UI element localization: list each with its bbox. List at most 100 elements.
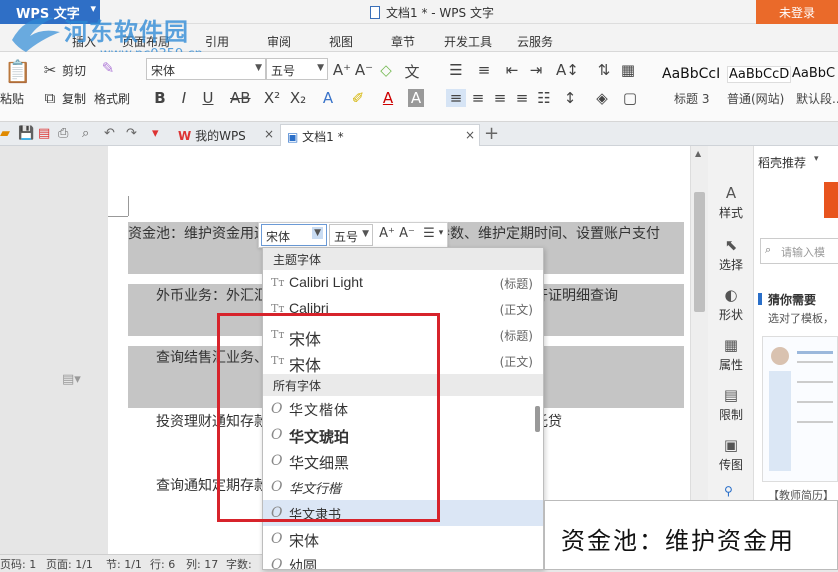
font-option[interactable]: O 宋体 [263, 526, 543, 552]
sidebar-item-upload-image[interactable]: ▣ 传图 [708, 436, 754, 473]
close-icon[interactable]: × [264, 127, 274, 141]
panel-title[interactable]: 稻壳推荐 [758, 154, 806, 171]
align-left-icon[interactable]: ≡ [446, 89, 466, 107]
scrollbar-thumb[interactable] [694, 192, 705, 312]
distribute-icon[interactable]: ☷ [534, 89, 554, 107]
highlight-icon[interactable]: ✐ [348, 89, 368, 107]
close-icon[interactable]: × [465, 128, 475, 142]
paragraph-handle-icon[interactable]: ▤▾ [62, 372, 81, 387]
paste-icon[interactable]: 📋 [4, 60, 31, 85]
sidebar-item-styles[interactable]: A 样式 [708, 184, 754, 221]
cut-button[interactable]: 剪切 [62, 62, 86, 79]
justify-icon[interactable]: ≡ [512, 89, 532, 107]
sidebar-item-properties[interactable]: ▦ 属性 [708, 336, 754, 373]
tab-references[interactable]: 引用 [205, 33, 229, 50]
superscript-icon[interactable]: X² [262, 89, 282, 107]
sidebar-item-restrict[interactable]: ▤ 限制 [708, 386, 754, 423]
tab-view[interactable]: 视图 [329, 33, 353, 50]
preview-text: 资金池：维护资金用 [561, 527, 795, 555]
copy-icon[interactable]: ⧉ [40, 89, 60, 107]
undo-icon[interactable]: ↶ [104, 126, 115, 141]
text-effect-icon[interactable]: A [318, 89, 338, 107]
chevron-down-icon[interactable]: ▾ [814, 154, 819, 164]
style-sample[interactable]: AaBbC [792, 66, 835, 81]
sidebar-item-shapes[interactable]: ◐ 形状 [708, 286, 754, 323]
tab-review[interactable]: 审阅 [267, 33, 291, 50]
font-option-name: 宋体 [289, 532, 320, 550]
font-size-combo[interactable]: 五号 ▼ [266, 58, 328, 80]
tab-sections[interactable]: 章节 [391, 33, 415, 50]
strikethrough-icon[interactable]: AB [230, 89, 251, 107]
new-tab-icon[interactable]: + [484, 123, 499, 144]
outdent-icon[interactable]: ⇤ [502, 61, 522, 79]
section-marker [758, 293, 762, 305]
scroll-up-icon[interactable]: ▲ [695, 149, 701, 158]
bold-icon[interactable]: B [150, 89, 170, 107]
sidebar-item-label: 传图 [718, 458, 743, 472]
paste-button[interactable]: 粘贴 [0, 90, 24, 107]
font-name-combo[interactable]: 宋体 ▼ [146, 58, 266, 80]
chevron-down-icon[interactable]: ▼ [312, 227, 323, 239]
table-icon[interactable]: ▦ [618, 61, 638, 79]
bullets-icon[interactable]: ☰ [446, 61, 466, 79]
format-painter-icon[interactable]: ✎ [98, 59, 118, 77]
margin-mark [108, 216, 128, 217]
font-option[interactable]: O 幼圆 [263, 552, 543, 569]
template-thumbnail[interactable] [762, 336, 838, 482]
font-size-adjust-icon[interactable]: A↕ [556, 61, 579, 79]
mini-toolbar: 宋体 ▼ 五号 ▼ A⁺ A⁻ ☰ ▾ [258, 222, 448, 248]
numbering-icon[interactable]: ≡ [474, 61, 494, 79]
style-sample[interactable]: AaBbCcD [727, 66, 792, 83]
sidebar-toolbar: A 样式 ⬉ 选择 ◐ 形状 ▦ 属性 ▤ 限制 ▣ 传图 ⚲ [708, 146, 754, 554]
shrink-font-icon[interactable]: A⁻ [397, 226, 417, 241]
tab-my-wps[interactable]: W 我的WPS × [178, 124, 278, 146]
pinyin-icon[interactable]: 文 [402, 61, 422, 82]
clear-format-icon[interactable]: ◇ [376, 61, 396, 79]
tab-document1[interactable]: ▣ 文档1 * × [280, 124, 480, 146]
char-shading-icon[interactable]: A [408, 89, 424, 107]
search-placeholder: 请输入模 [781, 246, 825, 259]
grow-font-icon[interactable]: A⁺ [377, 226, 397, 241]
location-icon[interactable]: ⚲ [724, 484, 733, 498]
tab-cloud[interactable]: 云服务 [517, 33, 553, 50]
customize-icon[interactable]: ▾ [152, 126, 159, 141]
align-center-icon[interactable]: ≡ [468, 89, 488, 107]
italic-icon[interactable]: I [174, 89, 194, 107]
format-painter-button[interactable]: 格式刷 [94, 90, 130, 107]
tab-developer[interactable]: 开发工具 [444, 33, 492, 50]
export-pdf-icon[interactable]: ▤ [38, 126, 50, 141]
shrink-font-icon[interactable]: A⁻ [354, 61, 374, 79]
shading-icon[interactable]: ◈ [592, 89, 612, 107]
subscript-icon[interactable]: X₂ [288, 89, 308, 107]
cut-icon[interactable]: ✂ [40, 61, 60, 79]
underline-icon[interactable]: U [198, 89, 218, 107]
copy-button[interactable]: 复制 [62, 90, 86, 107]
font-color-icon[interactable]: A [378, 89, 398, 107]
redo-icon[interactable]: ↷ [126, 126, 137, 141]
line-spacing-icon[interactable]: ↕ [560, 89, 580, 107]
style-label[interactable]: 默认段... [796, 90, 838, 107]
shapes-icon: ◐ [724, 286, 738, 304]
vertical-scrollbar[interactable]: ▲ [690, 146, 708, 554]
open-folder-icon[interactable]: ▰ [0, 126, 10, 141]
borders-icon[interactable]: ▢ [620, 89, 640, 107]
mini-font-combo[interactable]: 宋体 ▼ [261, 224, 327, 246]
mini-size-combo[interactable]: 五号 ▼ [329, 224, 373, 246]
style-label[interactable]: 普通(网站) [727, 90, 784, 107]
style-sample[interactable]: AaBbCcI [662, 66, 720, 82]
align-right-icon[interactable]: ≡ [490, 89, 510, 107]
print-preview-icon[interactable]: ⌕ [82, 126, 89, 141]
save-icon[interactable]: 💾 [18, 126, 34, 141]
theme-fonts-header: 主题字体 [263, 248, 543, 270]
sort-icon[interactable]: ⇅ [594, 61, 614, 79]
print-icon[interactable]: ⎙ [58, 126, 68, 141]
login-button[interactable]: 未登录 [756, 0, 838, 24]
indent-icon[interactable]: ⇥ [526, 61, 546, 79]
grow-font-icon[interactable]: A⁺ [332, 61, 352, 79]
font-option[interactable]: Tт Calibri Light (标题) [263, 270, 543, 296]
template-search-input[interactable]: ⌕ 请输入模 [760, 238, 838, 264]
style-label[interactable]: 标题 3 [674, 90, 709, 107]
chevron-down-icon[interactable]: ▾ [431, 228, 451, 238]
dropdown-scrollbar-thumb[interactable] [535, 406, 540, 432]
sidebar-item-select[interactable]: ⬉ 选择 [708, 236, 754, 273]
